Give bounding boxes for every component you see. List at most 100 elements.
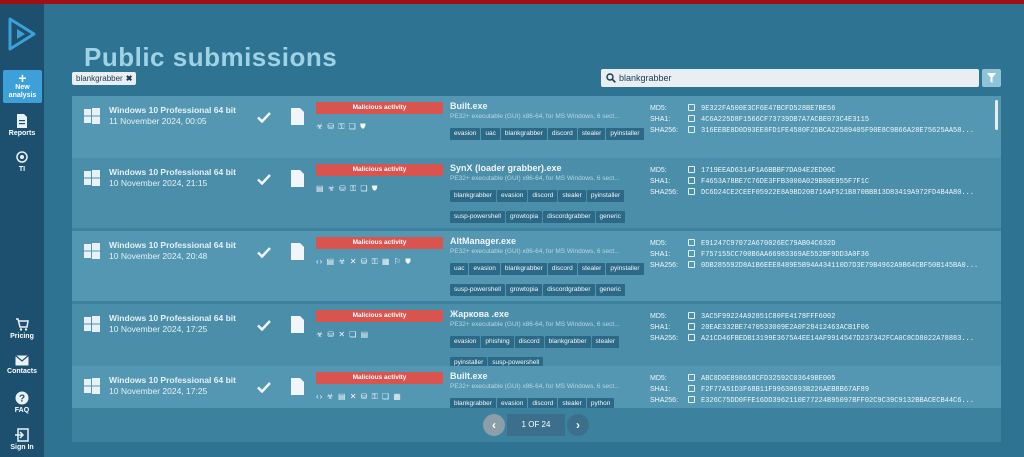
tag[interactable]: evasion xyxy=(469,263,500,275)
sidebar-item-faq[interactable]: ? FAQ xyxy=(0,391,44,414)
tag[interactable]: discord xyxy=(547,128,577,140)
filter-icon xyxy=(987,73,996,83)
table-row[interactable]: Windows 10 Professional 64 bit 10 Novemb… xyxy=(72,158,1001,244)
submission-date: 11 November 2024, 00:05 xyxy=(109,116,207,126)
search-input[interactable]: blankgrabber xyxy=(601,69,979,87)
scrollbar[interactable] xyxy=(995,100,998,130)
tag[interactable]: phishing xyxy=(481,336,514,348)
tag[interactable]: stealer xyxy=(577,128,606,140)
file-icon xyxy=(291,316,304,333)
sha1-value: F2F77A51D3F68B11F99630693B226AEB8B67AF89 xyxy=(701,386,870,394)
tag[interactable]: discord xyxy=(528,398,558,408)
check-icon xyxy=(257,320,271,331)
logo-icon[interactable] xyxy=(6,16,38,52)
sha1-value: F757155CC700B6AA66983369AE552BF9DD3A0F36 xyxy=(701,251,870,259)
close-icon[interactable]: ✖ xyxy=(126,74,133,83)
tag[interactable]: growtopia xyxy=(505,211,543,223)
copy-icon[interactable] xyxy=(688,126,695,133)
copy-icon[interactable] xyxy=(688,261,695,268)
file-name[interactable]: Built.exe xyxy=(450,101,488,111)
question-icon: ? xyxy=(15,391,29,405)
copy-icon[interactable] xyxy=(688,312,695,319)
tag[interactable]: blankgrabber xyxy=(450,190,496,202)
file-name[interactable]: Built.exe xyxy=(450,371,488,381)
copy-icon[interactable] xyxy=(688,239,695,246)
os-name: Windows 10 Professional 64 bit xyxy=(109,375,236,385)
tag[interactable]: discordgrabber xyxy=(543,211,595,223)
hash-list: MD5: E91247C97072A670026EC79AB04C632D SHA… xyxy=(650,239,979,270)
tag[interactable]: evasion xyxy=(496,398,528,408)
new-analysis-button[interactable]: + New analysis xyxy=(3,70,42,103)
tag[interactable]: growtopia xyxy=(505,284,543,296)
tag[interactable]: generic xyxy=(595,284,625,296)
file-description: PE32+ executable (GUI) x86-64, for MS Wi… xyxy=(450,248,620,255)
tag[interactable]: uac xyxy=(481,128,500,140)
tag[interactable]: stealer xyxy=(591,336,620,348)
verdict-badge: Malicious activity xyxy=(316,102,443,114)
tag[interactable]: discordgrabber xyxy=(543,284,595,296)
md5-value: 9E322FA500E3CF6E47BCFD528BE7BE56 xyxy=(701,105,836,113)
sha1-value: 20EAE332BE7470533009E2A0F28412463ACB1F06 xyxy=(701,324,870,332)
sidebar-item-contacts[interactable]: Contacts xyxy=(0,355,44,375)
sidebar-item-ti[interactable]: TI xyxy=(0,150,44,173)
file-description: PE32+ executable (GUI) x86-64, for MS Wi… xyxy=(450,113,620,120)
copy-icon[interactable] xyxy=(688,250,695,257)
sidebar-item-reports[interactable]: Reports xyxy=(0,114,44,137)
tag[interactable]: evasion xyxy=(496,190,528,202)
filter-button[interactable] xyxy=(982,69,1001,87)
file-name[interactable]: SynX (loader grabber).exe xyxy=(450,163,562,173)
tag[interactable]: stealer xyxy=(558,398,586,408)
tag[interactable]: generic xyxy=(595,211,625,223)
filter-tag[interactable]: blankgrabber ✖ xyxy=(72,72,137,85)
check-icon xyxy=(257,382,271,393)
copy-icon[interactable] xyxy=(688,188,695,195)
next-page-button[interactable]: › xyxy=(567,414,589,436)
tag[interactable]: stealer xyxy=(558,190,586,202)
sha256-value: DC6D24CE2CEEF05922E8A9BD20B716AF521B870B… xyxy=(701,189,975,197)
copy-icon[interactable] xyxy=(688,115,695,122)
file-name[interactable]: AltManager.exe xyxy=(450,236,516,246)
windows-icon xyxy=(84,243,100,259)
copy-icon[interactable] xyxy=(688,334,695,341)
table-row[interactable]: Windows 10 Professional 64 bit 10 Novemb… xyxy=(72,304,1001,374)
tag[interactable]: pyinstaller xyxy=(606,128,644,140)
tag[interactable]: susp-powershell xyxy=(450,211,505,223)
tag[interactable]: stealer xyxy=(577,263,606,275)
tag[interactable]: susp-powershell xyxy=(450,284,505,296)
tag[interactable]: evasion xyxy=(450,336,481,348)
tag[interactable]: pyinstaller xyxy=(586,190,625,202)
tag[interactable]: uac xyxy=(450,263,469,275)
tag[interactable]: discord xyxy=(547,263,577,275)
submissions-list[interactable]: Windows 10 Professional 64 bit 11 Novemb… xyxy=(72,96,1001,408)
table-row[interactable]: Windows 10 Professional 64 bit 10 Novemb… xyxy=(72,366,1001,408)
file-description: PE32+ executable (GUI) x86-64, for MS Wi… xyxy=(450,175,620,182)
tag[interactable]: discord xyxy=(528,190,558,202)
copy-icon[interactable] xyxy=(688,385,695,392)
tag[interactable]: blankgrabber xyxy=(500,128,547,140)
copy-icon[interactable] xyxy=(688,104,695,111)
verdict-badge: Malicious activity xyxy=(316,310,443,322)
table-row[interactable]: Windows 10 Professional 64 bit 11 Novemb… xyxy=(72,96,1001,166)
copy-icon[interactable] xyxy=(688,166,695,173)
tag[interactable]: python xyxy=(586,398,615,408)
file-name[interactable]: Жаркова .exe xyxy=(450,309,509,319)
main-content: Public submissions blankgrabber ✖ blankgr… xyxy=(44,4,1024,457)
table-row[interactable]: Windows 10 Professional 64 bit 10 Novemb… xyxy=(72,231,1001,317)
sidebar-item-sign-in[interactable]: Sign In xyxy=(0,428,44,451)
tag[interactable]: discord xyxy=(514,336,544,348)
tag[interactable]: blankgrabber xyxy=(500,263,547,275)
submission-date: 10 November 2024, 17:25 xyxy=(109,386,208,396)
tag-list: evasion uac blankgrabber discord stealer pyin… xyxy=(450,122,645,143)
prev-page-button[interactable]: ‹ xyxy=(483,414,505,436)
copy-icon[interactable] xyxy=(688,396,695,403)
tag[interactable]: pyinstaller xyxy=(606,263,644,275)
copy-icon[interactable] xyxy=(688,323,695,330)
copy-icon[interactable] xyxy=(688,177,695,184)
tag[interactable]: evasion xyxy=(450,128,481,140)
tag[interactable]: blankgrabber xyxy=(450,398,496,408)
page-title: Public submissions xyxy=(84,42,338,72)
sidebar-item-pricing[interactable]: Pricing xyxy=(0,318,44,340)
copy-icon[interactable] xyxy=(688,374,695,381)
check-icon xyxy=(257,112,271,123)
tag[interactable]: blankgrabber xyxy=(544,336,591,348)
